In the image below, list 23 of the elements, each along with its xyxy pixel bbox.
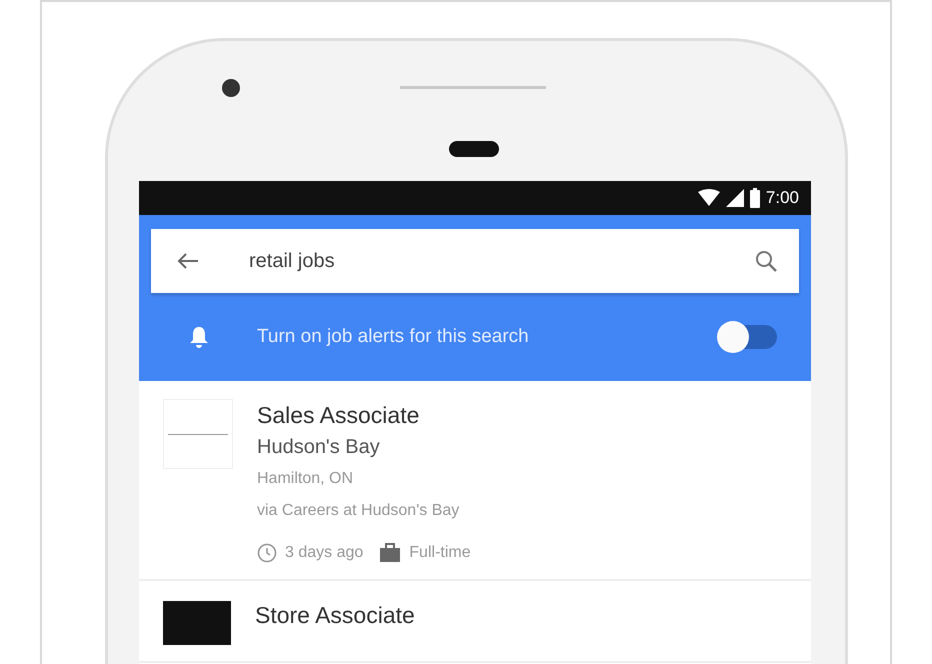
job-title[interactable]: Sales Associate — [257, 399, 420, 431]
battery-icon — [750, 188, 760, 208]
job-type: Full-time — [409, 544, 471, 562]
signal-icon — [726, 189, 744, 207]
search-field[interactable]: retail jobs — [151, 229, 799, 293]
company-logo — [163, 601, 231, 645]
search-input[interactable]: retail jobs — [247, 248, 707, 274]
briefcase-icon — [379, 543, 402, 563]
search-icon[interactable] — [755, 250, 777, 272]
job-source: via Careers at Hudson's Bay — [257, 501, 460, 521]
clock-icon — [257, 543, 277, 563]
job-title[interactable]: Store Associate — [255, 599, 415, 631]
back-arrow-icon[interactable] — [177, 252, 199, 270]
status-time: 7:00 — [766, 188, 799, 208]
company-logo — [163, 399, 233, 469]
camera-icon — [222, 79, 240, 97]
posted-time: 3 days ago — [285, 544, 364, 562]
job-alert-label: Turn on job alerts for this search — [257, 326, 530, 348]
wifi-icon — [698, 189, 720, 207]
company-name: Hudson's Bay — [257, 435, 380, 460]
job-location: Hamilton, ON — [257, 469, 354, 489]
earpiece-icon — [449, 141, 499, 157]
bell-icon — [189, 326, 209, 348]
